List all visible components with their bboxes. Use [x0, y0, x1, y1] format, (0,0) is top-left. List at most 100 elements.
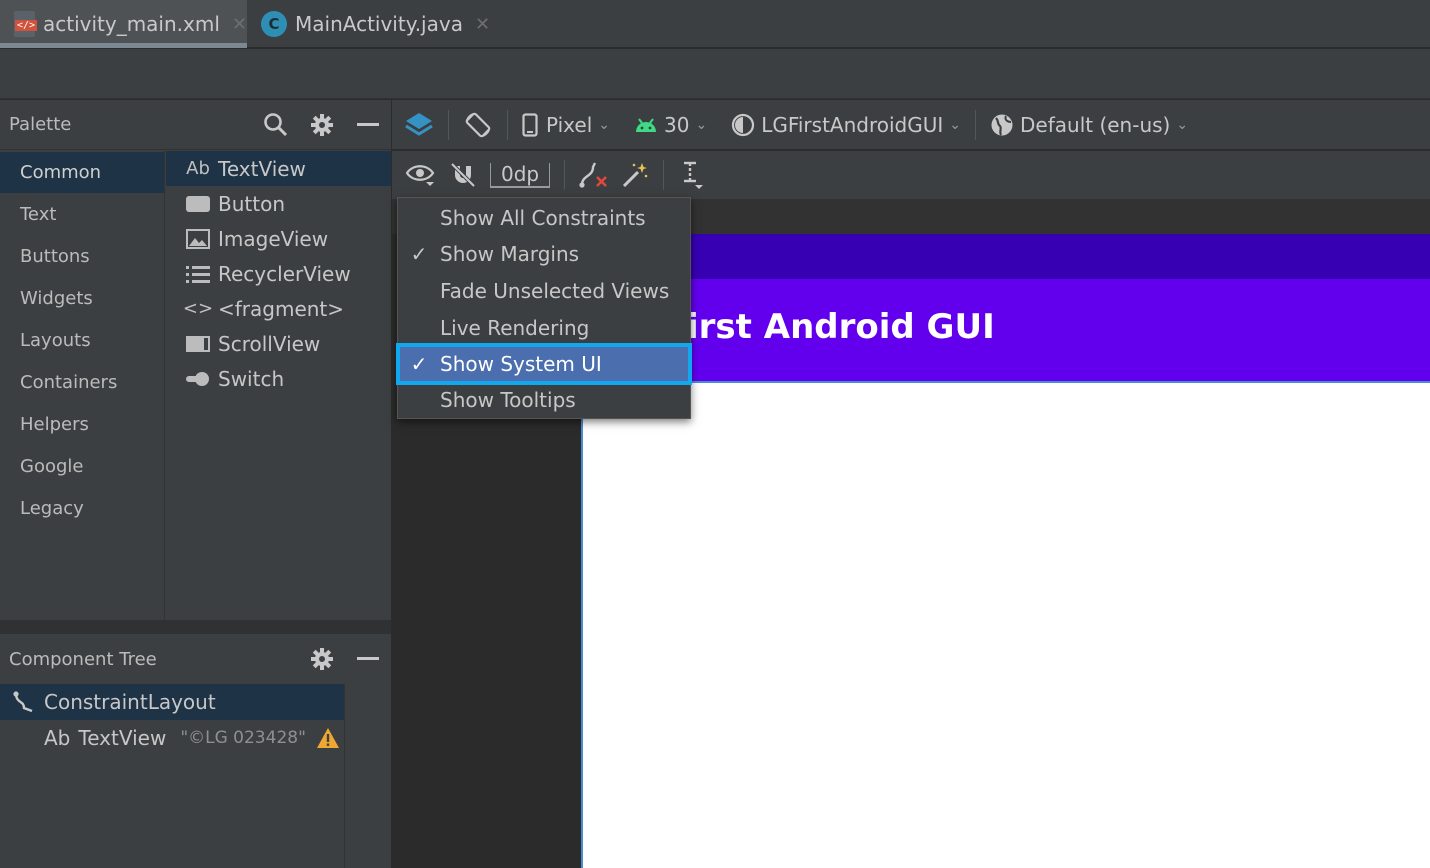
device-selector[interactable]: Pixel ⌄ [522, 100, 610, 150]
menu-item-fade-unselected-views[interactable]: Fade Unselected Views [398, 273, 690, 309]
chevron-down-icon: ⌄ [598, 116, 610, 133]
palette-category-helpers[interactable]: Helpers [0, 403, 164, 445]
view-options-button[interactable] [406, 150, 436, 200]
menu-item-show-margins[interactable]: ✓ Show Margins [398, 236, 690, 272]
theme-selector[interactable]: LGFirstAndroidGUI ⌄ [731, 100, 961, 150]
orientation-button[interactable] [463, 100, 493, 150]
toolbar-separator [975, 109, 977, 140]
palette-item-label: Switch [218, 366, 285, 391]
locale-selector[interactable]: Default (en-us) ⌄ [990, 100, 1188, 150]
rotate-device-icon [463, 110, 493, 140]
system-status-bar [583, 234, 1430, 279]
code-brackets-icon: <> [182, 298, 214, 319]
api-level-label: 30 [664, 112, 690, 137]
search-icon[interactable] [253, 100, 299, 150]
palette-category-containers[interactable]: Containers [0, 361, 164, 403]
api-level-selector[interactable]: 30 ⌄ [634, 100, 707, 150]
locale-label: Default (en-us) [1020, 112, 1171, 137]
palette-category-buttons[interactable]: Buttons [0, 235, 164, 277]
menu-item-live-rendering[interactable]: Live Rendering [398, 310, 690, 346]
menu-item-label: Show Tooltips [440, 388, 576, 412]
palette-category-text[interactable]: Text [0, 193, 164, 235]
eye-icon [406, 162, 436, 188]
close-icon[interactable]: ✕ [232, 14, 247, 35]
component-tree-side [346, 684, 391, 868]
default-margin-selector[interactable]: 0dp [490, 150, 551, 200]
chevron-down-icon: ⌄ [1176, 116, 1189, 133]
theme-icon [731, 113, 755, 137]
palette-item-switch[interactable]: Switch [166, 361, 391, 396]
palette-item-label: <fragment> [218, 296, 345, 321]
palette-category-widgets[interactable]: Widgets [0, 277, 164, 319]
palette-item-recyclerview[interactable]: RecyclerView [166, 256, 391, 291]
constraint-layout-icon [12, 690, 36, 714]
panel-divider[interactable] [0, 620, 391, 634]
palette-item-fragment[interactable]: <> <fragment> [166, 291, 391, 326]
palette-item-textview[interactable]: Ab TextView [166, 151, 391, 186]
tree-row-textview[interactable]: Ab TextView "©LG 023428" [0, 720, 344, 756]
tab-activity-main-xml[interactable]: activity_main.xml ✕ [0, 0, 247, 48]
tree-row-constraintlayout[interactable]: ConstraintLayout [0, 684, 344, 720]
list-icon [186, 264, 210, 284]
menu-item-show-all-constraints[interactable]: Show All Constraints [398, 200, 690, 236]
layers-icon [404, 110, 434, 140]
scrollview-icon [186, 335, 210, 353]
checkmark-icon: ✓ [410, 242, 428, 266]
button-icon [186, 195, 210, 213]
palette-item-button[interactable]: Button [166, 186, 391, 221]
palette-title: Palette [9, 114, 72, 135]
app-title: irst Android GUI [687, 307, 995, 347]
device-preview[interactable]: irst Android GUI [581, 234, 1430, 868]
clear-constraints-icon [579, 161, 609, 189]
palette-item-imageview[interactable]: ImageView [166, 221, 391, 256]
chevron-down-icon: ⌄ [949, 116, 962, 133]
menu-item-show-tooltips[interactable]: Show Tooltips [398, 382, 690, 418]
palette-item-label: Button [218, 191, 285, 216]
component-tree-title: Component Tree [9, 648, 157, 670]
tab-label: activity_main.xml [42, 12, 220, 36]
globe-icon [990, 113, 1014, 137]
design-toolbar: Pixel ⌄ 30 ⌄ LGFirstAndroidGUI ⌄ Default… [392, 100, 1430, 150]
java-class-icon: C [261, 11, 287, 37]
tree-row-label: ConstraintLayout [44, 690, 216, 714]
tab-main-activity-java[interactable]: C MainActivity.java ✕ [247, 0, 492, 48]
clear-constraints-button[interactable] [579, 150, 609, 200]
tree-row-text-hint: "©LG 023428" [180, 728, 306, 748]
checkmark-icon: ✓ [410, 352, 428, 376]
device-label: Pixel [546, 112, 593, 137]
toolbar-separator [564, 160, 566, 190]
guidelines-button[interactable] [678, 150, 706, 200]
toolbar-separator [663, 160, 665, 190]
xml-file-icon [14, 11, 38, 37]
toolbar-separator [448, 109, 449, 140]
phone-icon [522, 112, 538, 137]
palette-category-legacy[interactable]: Legacy [0, 487, 164, 529]
textview-icon: Ab [186, 158, 210, 179]
palette-category-common[interactable]: Common [0, 152, 164, 193]
menu-item-label: Show System UI [440, 352, 602, 376]
magnet-off-icon [450, 162, 476, 188]
gear-icon[interactable] [299, 100, 345, 150]
warning-icon[interactable] [316, 727, 340, 749]
minimize-icon[interactable] [345, 634, 391, 684]
editor-sub-bar [0, 49, 1430, 99]
palette-category-google[interactable]: Google [0, 445, 164, 487]
palette-item-scrollview[interactable]: ScrollView [166, 326, 391, 361]
autoconnect-toggle[interactable] [450, 150, 476, 200]
design-surface-button[interactable] [404, 100, 434, 150]
close-icon[interactable]: ✕ [475, 14, 490, 35]
layout-editor-toolbar: 0dp [392, 151, 1430, 199]
minimize-icon[interactable] [345, 100, 391, 150]
chevron-down-icon: ⌄ [695, 116, 708, 133]
gear-icon[interactable] [299, 634, 345, 684]
image-icon [186, 228, 210, 249]
palette-panel: Palette Common Text Buttons Widgets Layo… [0, 100, 391, 620]
tree-row-label: TextView [78, 726, 167, 750]
palette-category-layouts[interactable]: Layouts [0, 319, 164, 361]
palette-items: Ab TextView Button ImageView RecyclerVie… [166, 151, 391, 620]
theme-label: LGFirstAndroidGUI [761, 112, 944, 137]
menu-item-show-system-ui[interactable]: ✓ Show System UI [396, 343, 692, 385]
menu-item-label: Live Rendering [440, 316, 590, 340]
infer-constraints-button[interactable] [621, 150, 649, 200]
menu-item-label: Show Margins [440, 242, 580, 266]
